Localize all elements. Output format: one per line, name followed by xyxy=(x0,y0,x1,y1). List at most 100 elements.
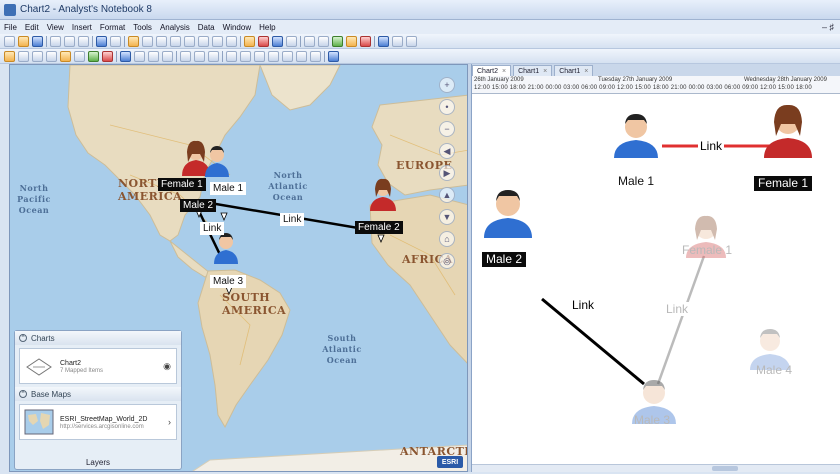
fill-icon[interactable] xyxy=(296,50,307,62)
menu-help[interactable]: Help xyxy=(255,23,279,32)
zoom-in-icon[interactable] xyxy=(156,35,167,47)
highlight-icon[interactable] xyxy=(360,35,371,47)
link-chart-canvas[interactable] xyxy=(472,94,840,464)
map-nav-button[interactable]: ◎ xyxy=(439,253,455,269)
timeline-ruler[interactable]: 26th January 2009 Tuesday 27th January 2… xyxy=(472,76,840,94)
pan-icon[interactable] xyxy=(212,35,223,47)
chart-view[interactable]: Chart2 × Chart1 × Chart1 × 26th January 200… xyxy=(471,64,840,472)
shape-tool-icon[interactable] xyxy=(32,50,43,62)
map-link-label[interactable]: Link xyxy=(200,222,225,235)
ellipse-icon[interactable] xyxy=(226,50,237,62)
search-icon[interactable] xyxy=(346,35,357,47)
map-nav-button[interactable]: ▲ xyxy=(439,187,455,203)
tab-chart1[interactable]: Chart1 × xyxy=(513,65,553,76)
chart-layer-item[interactable]: Chart2 7 Mapped Items ◉ xyxy=(19,348,177,384)
menu-analysis[interactable]: Analysis xyxy=(156,23,194,32)
basemap-layer-item[interactable]: ESRI_StreetMap_World_2D http://services.… xyxy=(19,404,177,440)
list-icon[interactable] xyxy=(286,35,297,47)
map-node-label-male-1[interactable]: Male 1 xyxy=(210,182,247,195)
frame-icon[interactable] xyxy=(254,50,265,62)
map-nav-button[interactable]: ▶ xyxy=(439,165,455,181)
menu-view[interactable]: View xyxy=(43,23,68,32)
point-icon[interactable] xyxy=(208,50,219,62)
print-preview-icon[interactable] xyxy=(64,35,75,47)
chart-link-label-faded[interactable]: Link xyxy=(664,302,691,316)
select-tool-icon[interactable] xyxy=(128,35,139,47)
undo-icon[interactable] xyxy=(96,35,107,47)
basemaps-section-header[interactable]: ^ Base Maps xyxy=(15,387,181,401)
link-tool-icon[interactable] xyxy=(74,50,85,62)
chart-node-label-female-1[interactable]: Female 1 xyxy=(754,176,813,191)
close-icon[interactable]: × xyxy=(502,68,506,75)
entity-icon[interactable] xyxy=(60,50,71,62)
arrow-icon[interactable] xyxy=(194,50,205,62)
add-icon[interactable] xyxy=(180,50,191,62)
menu-window[interactable]: Window xyxy=(219,23,255,32)
close-icon[interactable]: × xyxy=(584,68,588,75)
cut-icon[interactable] xyxy=(78,35,89,47)
chart-node-label-male-4-faded[interactable]: Male 4 xyxy=(752,363,796,378)
lasso-icon[interactable] xyxy=(142,35,153,47)
collapse-icon[interactable]: ^ xyxy=(19,390,27,398)
grid-icon[interactable] xyxy=(272,35,283,47)
circle-tool-icon[interactable] xyxy=(18,50,29,62)
chart-node-label-female-1-faded[interactable]: Female 1 xyxy=(678,243,736,258)
map-node-label-male-3[interactable]: Male 3 xyxy=(210,275,247,288)
chart-node-label-male-2[interactable]: Male 2 xyxy=(482,252,527,267)
chart-node-label-male-1[interactable]: Male 1 xyxy=(614,174,658,189)
chart-node-label-male-3-faded[interactable]: Male 3 xyxy=(630,413,674,428)
window-controls[interactable]: – ♯ xyxy=(818,22,840,32)
layout-icon[interactable] xyxy=(226,35,237,47)
charts-section-header[interactable]: ^ Charts xyxy=(15,331,181,345)
redo-icon[interactable] xyxy=(110,35,121,47)
save-icon[interactable] xyxy=(32,35,43,47)
tab-chart2[interactable]: Chart2 × xyxy=(472,65,512,76)
print-icon[interactable] xyxy=(50,35,61,47)
close-icon[interactable]: × xyxy=(543,68,547,75)
globe-icon[interactable] xyxy=(378,35,389,47)
forward-icon[interactable] xyxy=(406,35,417,47)
tab-chart1[interactable]: Chart1 × xyxy=(554,65,594,76)
open-icon[interactable] xyxy=(18,35,29,47)
map-icon[interactable] xyxy=(332,35,343,47)
horizontal-scrollbar[interactable] xyxy=(472,464,840,472)
map-link-label[interactable]: Link xyxy=(280,213,305,226)
line-width-icon[interactable] xyxy=(134,50,145,62)
font-icon[interactable] xyxy=(310,50,321,62)
menu-data[interactable]: Data xyxy=(194,23,219,32)
zoom-in-button[interactable]: + xyxy=(439,77,455,93)
layers-footer[interactable]: Layers xyxy=(15,458,181,467)
zoom-out-button[interactable]: − xyxy=(439,121,455,137)
zoom-fit-icon[interactable] xyxy=(184,35,195,47)
label-icon[interactable] xyxy=(102,50,113,62)
help-icon[interactable] xyxy=(328,50,339,62)
zoom-slider-handle[interactable]: • xyxy=(439,99,455,115)
menu-tools[interactable]: Tools xyxy=(129,23,156,32)
box-tool-icon[interactable] xyxy=(46,50,57,62)
connector-icon[interactable] xyxy=(282,50,293,62)
map-node-label-female-1[interactable]: Female 1 xyxy=(158,178,206,191)
attribute-icon[interactable] xyxy=(88,50,99,62)
menu-format[interactable]: Format xyxy=(96,23,129,32)
menu-file[interactable]: File xyxy=(0,23,21,32)
zoom-out-icon[interactable] xyxy=(170,35,181,47)
magnify-icon[interactable] xyxy=(240,50,251,62)
map-view[interactable]: North Pacific Ocean North Atlantic Ocean… xyxy=(9,64,468,472)
line-style-icon[interactable] xyxy=(120,50,131,62)
scrollbar-thumb[interactable] xyxy=(712,466,738,471)
map-nav-button[interactable]: ▼ xyxy=(439,209,455,225)
back-icon[interactable] xyxy=(392,35,403,47)
heat-icon[interactable] xyxy=(258,35,269,47)
zoom-selection-icon[interactable] xyxy=(198,35,209,47)
align-icon[interactable] xyxy=(148,50,159,62)
pencil-icon[interactable] xyxy=(4,50,15,62)
timeline-icon[interactable] xyxy=(244,35,255,47)
chart-link-label-red[interactable]: Link xyxy=(698,139,725,153)
filter-icon[interactable] xyxy=(304,35,315,47)
chevron-right-icon[interactable]: › xyxy=(168,417,171,427)
rectangle-icon[interactable] xyxy=(268,50,279,62)
chart-link-label-black[interactable]: Link xyxy=(570,298,597,312)
new-icon[interactable] xyxy=(4,35,15,47)
map-node-label-female-2[interactable]: Female 2 xyxy=(355,221,403,234)
histogram-icon[interactable] xyxy=(318,35,329,47)
